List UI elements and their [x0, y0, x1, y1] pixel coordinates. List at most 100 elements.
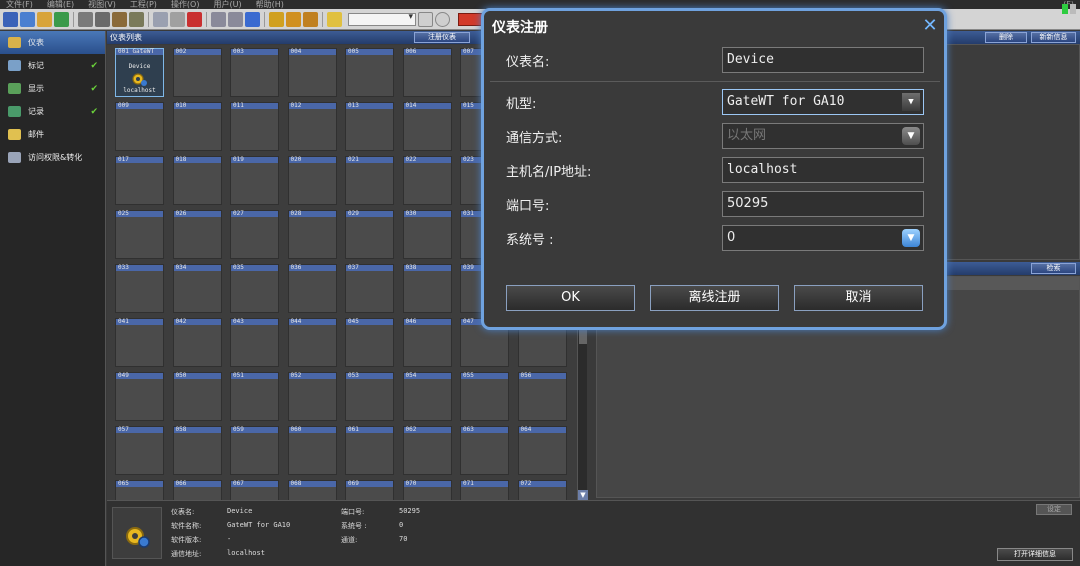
- instrument-cell[interactable]: 033: [115, 264, 164, 313]
- instrument-cell[interactable]: 030: [402, 210, 452, 259]
- menu-item[interactable]: 工程(P): [130, 0, 157, 9]
- offline-register-button[interactable]: 离线注册: [650, 285, 779, 311]
- grid-scrollbar[interactable]: ▼: [577, 330, 588, 500]
- instrument-cell[interactable]: 043: [230, 318, 279, 367]
- menu-item[interactable]: 编辑(E): [47, 0, 74, 9]
- menu-item[interactable]: 视图(V): [88, 0, 116, 9]
- instrument-cell[interactable]: 060: [287, 426, 337, 475]
- instrument-cell[interactable]: 026: [172, 210, 222, 259]
- help-icon[interactable]: [327, 11, 342, 27]
- instrument-cell[interactable]: 067: [230, 480, 279, 500]
- export-icon[interactable]: [286, 11, 301, 27]
- instrument-cell[interactable]: 004: [287, 48, 337, 97]
- instrument-cell[interactable]: 002: [172, 48, 222, 97]
- instrument-cell[interactable]: 005: [345, 48, 394, 97]
- instrument-cell[interactable]: 017: [115, 156, 164, 205]
- instrument-cell[interactable]: 045: [345, 318, 394, 367]
- search-button[interactable]: 检索: [1031, 263, 1076, 274]
- instrument-cell[interactable]: 063: [460, 426, 509, 475]
- port-field[interactable]: 50295: [722, 191, 924, 217]
- paste-icon[interactable]: [170, 11, 185, 27]
- instrument-cell[interactable]: 018: [172, 156, 222, 205]
- instrument-cell[interactable]: 028: [287, 210, 337, 259]
- instrument-cell[interactable]: 061: [345, 426, 394, 475]
- sidebar-item-mail[interactable]: 邮件: [0, 123, 105, 146]
- scroll-down-arrow-icon[interactable]: ▼: [578, 490, 588, 500]
- instrument-cell[interactable]: 020: [287, 156, 337, 205]
- instrument-cell[interactable]: 036: [287, 264, 337, 313]
- instrument-cell[interactable]: 041: [115, 318, 164, 367]
- settings-icon[interactable]: [129, 11, 144, 27]
- instrument-cell[interactable]: 019: [230, 156, 279, 205]
- connect-icon[interactable]: [78, 11, 93, 27]
- instrument-cell[interactable]: 021: [345, 156, 394, 205]
- toolbar-combo[interactable]: [348, 12, 416, 26]
- instrument-cell[interactable]: 003: [230, 48, 279, 97]
- instrument-cell[interactable]: 064: [517, 426, 567, 475]
- chevron-down-icon[interactable]: ▼: [902, 229, 920, 247]
- chevron-down-icon[interactable]: ▼: [902, 93, 920, 111]
- instrument-cell[interactable]: 070: [402, 480, 452, 500]
- new-info-button[interactable]: 新新信息: [1031, 32, 1076, 43]
- instrument-cell[interactable]: 058: [172, 426, 222, 475]
- sidebar-item-access[interactable]: 访问权限&转化: [0, 146, 105, 169]
- delete-button[interactable]: 删除: [985, 32, 1027, 43]
- instrument-cell[interactable]: 066: [172, 480, 222, 500]
- system-select[interactable]: 0 ▼: [722, 225, 924, 251]
- instrument-icon[interactable]: [112, 11, 127, 27]
- instrument-cell[interactable]: 044: [287, 318, 337, 367]
- instrument-cell[interactable]: 059: [230, 426, 279, 475]
- sidebar-item-display[interactable]: 显示 ✔: [0, 77, 105, 100]
- instrument-cell[interactable]: 071: [460, 480, 509, 500]
- report-icon[interactable]: [303, 11, 318, 27]
- instrument-cell[interactable]: 014: [402, 102, 452, 151]
- instrument-cell[interactable]: 009: [115, 102, 164, 151]
- instrument-cell[interactable]: 035: [230, 264, 279, 313]
- instrument-cell[interactable]: 049: [115, 372, 164, 421]
- instrument-cell[interactable]: 050: [172, 372, 222, 421]
- close-icon[interactable]: ✕: [921, 17, 939, 36]
- minus-icon[interactable]: [418, 11, 433, 27]
- refresh-icon[interactable]: [54, 11, 69, 27]
- instrument-cell[interactable]: 038: [402, 264, 452, 313]
- ok-button[interactable]: OK: [506, 285, 635, 311]
- sidebar-item-instruments[interactable]: 仪表: [0, 31, 105, 54]
- instrument-cell[interactable]: 025: [115, 210, 164, 259]
- instrument-cell[interactable]: 034: [172, 264, 222, 313]
- instrument-cell[interactable]: 022: [402, 156, 452, 205]
- instrument-cell[interactable]: 012: [287, 102, 337, 151]
- scrollbar-thumb[interactable]: [579, 330, 587, 344]
- register-instrument-button[interactable]: 注册仪表: [414, 32, 470, 43]
- instrument-cell[interactable]: 046: [402, 318, 452, 367]
- instrument-cell[interactable]: 057: [115, 426, 164, 475]
- link-icon[interactable]: [228, 11, 243, 27]
- chain-icon[interactable]: [245, 11, 260, 27]
- instrument-cell[interactable]: 052: [287, 372, 337, 421]
- instrument-cell[interactable]: 068: [287, 480, 337, 500]
- instrument-cell[interactable]: 055: [460, 372, 509, 421]
- instrument-cell[interactable]: 054: [402, 372, 452, 421]
- chart-icon[interactable]: [269, 11, 284, 27]
- folder-icon[interactable]: [37, 11, 52, 27]
- instrument-cell[interactable]: 037: [345, 264, 394, 313]
- sidebar-item-record[interactable]: 记录 ✔: [0, 100, 105, 123]
- name-field[interactable]: Device: [722, 47, 924, 73]
- menu-item[interactable]: 帮助(H): [256, 0, 284, 9]
- instrument-cell[interactable]: 011: [230, 102, 279, 151]
- disconnect-icon[interactable]: [95, 11, 110, 27]
- instrument-cell[interactable]: 062: [402, 426, 452, 475]
- instrument-cell[interactable]: 001 GateWT Device localhost: [115, 48, 164, 97]
- instrument-cell[interactable]: 069: [345, 480, 394, 500]
- instrument-cell[interactable]: 029: [345, 210, 394, 259]
- instrument-cell[interactable]: 006: [402, 48, 452, 97]
- circle-icon[interactable]: [435, 11, 450, 27]
- sidebar-item-tags[interactable]: 标记 ✔: [0, 54, 105, 77]
- grid-view-icon[interactable]: [3, 11, 18, 27]
- instrument-cell[interactable]: 013: [345, 102, 394, 151]
- menu-item[interactable]: 用户(U): [213, 0, 241, 9]
- menu-item[interactable]: 操作(O): [171, 0, 200, 9]
- model-select[interactable]: GateWT for GA10 ▼: [722, 89, 924, 115]
- instrument-cell[interactable]: 056: [517, 372, 567, 421]
- instrument-cell[interactable]: 072: [517, 480, 567, 500]
- instrument-cell[interactable]: 010: [172, 102, 222, 151]
